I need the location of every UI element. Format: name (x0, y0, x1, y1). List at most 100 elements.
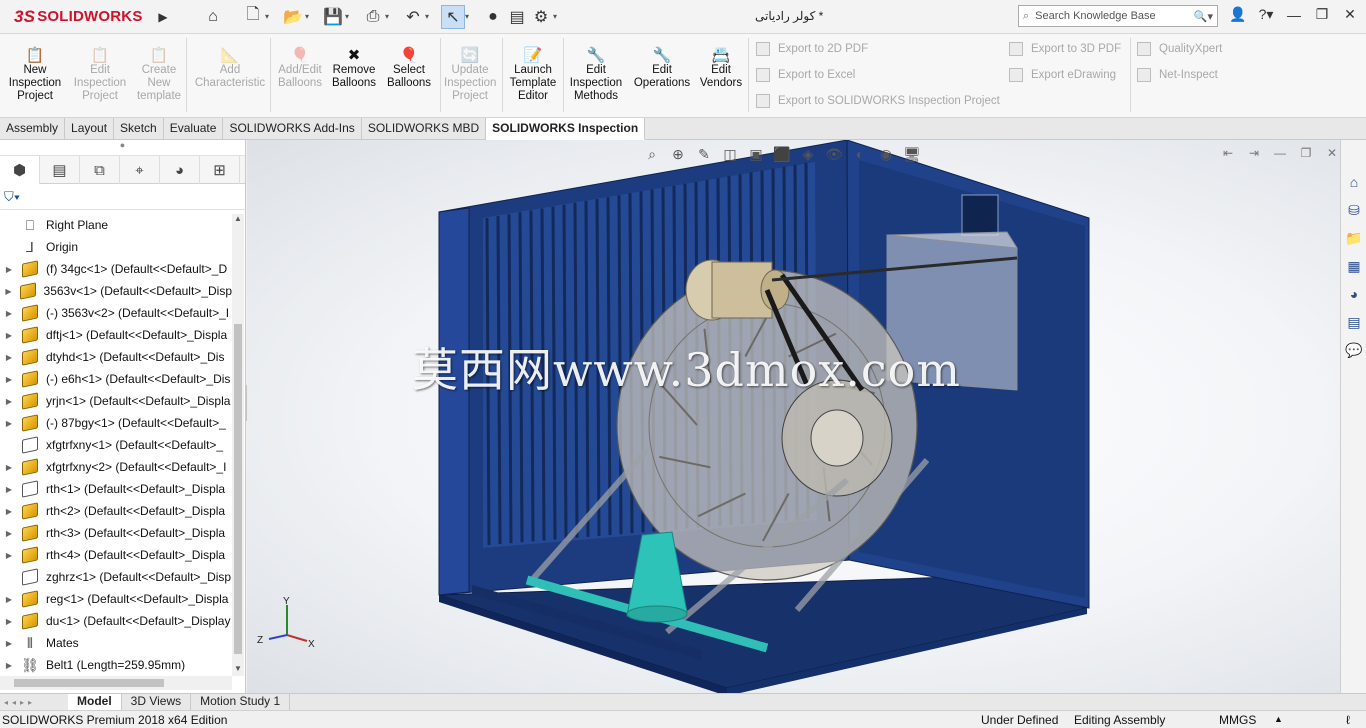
export-inspection-project-button[interactable]: Export to SOLIDWORKS Inspection Project (756, 94, 1000, 108)
hscroll-thumb[interactable] (14, 679, 164, 687)
expand-arrow-icon[interactable]: ▶ (0, 551, 18, 560)
edit-inspection-project-button[interactable]: 📋 Edit Inspection Project (72, 40, 128, 103)
viewport-next-icon[interactable]: ⇥ (1246, 146, 1262, 160)
close-icon[interactable]: ✕ (1340, 6, 1360, 23)
expand-arrow-icon[interactable]: ▶ (0, 309, 18, 318)
expand-arrow-icon[interactable]: ▶ (0, 287, 17, 296)
tab-solidworks-add-ins[interactable]: SOLIDWORKS Add-Ins (223, 118, 362, 140)
scroll-thumb[interactable] (234, 324, 242, 654)
tree-item[interactable]: ▶ (-) e6h<1> (Default<<Default>_Dis (0, 368, 232, 390)
tree-item[interactable]: ▶ dftj<1> (Default<<Default>_Displa (0, 324, 232, 346)
units-dropdown-icon[interactable]: ▲ (1274, 714, 1283, 724)
configurationmanager-tab-icon[interactable]: ⧉ (80, 156, 120, 184)
tree-item[interactable]: ▶ ⫴ Mates (0, 632, 232, 654)
remove-balloons-button[interactable]: ✖ Remove Balloons (330, 40, 378, 90)
viewport-close-icon[interactable]: ✕ (1324, 146, 1340, 160)
tree-item[interactable]: ▶ reg<1> (Default<<Default>_Displa (0, 588, 232, 610)
export-3d-pdf-button[interactable]: Export to 3D PDF (1009, 42, 1121, 56)
viewport-minimize-icon[interactable]: — (1272, 146, 1288, 160)
solidworks-logo[interactable]: 3S SOLIDWORKS (0, 0, 155, 34)
expand-arrow-icon[interactable]: ▶ (0, 507, 18, 516)
file-explorer-icon[interactable]: 📁 (1342, 226, 1366, 250)
zoom-to-area-icon[interactable]: ⊕ (668, 144, 688, 164)
user-icon[interactable]: 👤 (1228, 6, 1248, 23)
view-settings-icon[interactable]: 🖥 (902, 144, 922, 164)
apply-scene-icon[interactable]: ◉ (876, 144, 896, 164)
edit-operations-button[interactable]: 🔧 Edit Operations (632, 40, 692, 90)
inspection-tab-icon[interactable]: ⊞ (200, 156, 240, 184)
tree-horizontal-scrollbar[interactable] (0, 676, 232, 690)
edit-inspection-methods-button[interactable]: 🔧 Edit Inspection Methods (568, 40, 624, 103)
save-dropdown-icon[interactable]: ▾ (345, 12, 355, 21)
solidworks-resources-icon[interactable]: ⌂ (1342, 170, 1366, 194)
expand-arrow-icon[interactable]: ▶ (0, 397, 18, 406)
tree-item[interactable]: ▶ rth<2> (Default<<Default>_Displa (0, 500, 232, 522)
viewport-restore-icon[interactable]: ❐ (1298, 146, 1314, 160)
design-library-icon[interactable]: ⛁ (1342, 198, 1366, 222)
search-input[interactable]: Search Knowledge Base (1035, 10, 1155, 22)
options-gear-icon[interactable]: ⚙ (529, 5, 553, 29)
dynamic-annotation-icon[interactable]: ▣ (746, 144, 766, 164)
scroll-up-icon[interactable]: ▲ (232, 214, 244, 226)
displaymanager-tab-icon[interactable]: ◕ (160, 156, 200, 184)
net-inspect-button[interactable]: Net-Inspect (1137, 68, 1218, 82)
expand-arrow-icon[interactable]: ▶ (0, 375, 18, 384)
tree-item[interactable]: ⎕ Right Plane (0, 214, 232, 236)
export-edrawing-button[interactable]: Export eDrawing (1009, 68, 1116, 82)
print-dropdown-icon[interactable]: ▾ (385, 12, 395, 21)
select-pointer-icon[interactable]: ↖ (441, 4, 465, 29)
tree-item[interactable]: ▶ dtyhd<1> (Default<<Default>_Dis (0, 346, 232, 368)
expand-arrow-icon[interactable]: ▶ (0, 463, 18, 472)
expand-arrow-icon[interactable]: ▶ (0, 661, 18, 670)
tree-item[interactable]: ▶ 3563v<1> (Default<<Default>_Disp (0, 280, 232, 302)
zoom-to-fit-icon[interactable]: ⌕ (642, 144, 662, 164)
propertymanager-tab-icon[interactable]: ▤ (40, 156, 80, 184)
help-icon[interactable]: ?▾ (1256, 6, 1276, 23)
expand-arrow-icon[interactable]: ▶ (0, 353, 18, 362)
scroll-down-icon[interactable]: ▼ (232, 664, 244, 676)
viewport-prev-icon[interactable]: ⇤ (1220, 146, 1236, 160)
menu-expand-icon[interactable]: ▶ (155, 0, 171, 34)
save-icon[interactable]: 💾 (321, 5, 345, 29)
tab-solidworks-mbd[interactable]: SOLIDWORKS MBD (362, 118, 487, 140)
featuremanager-tab-icon[interactable]: ⬢ (0, 156, 40, 184)
add-characteristic-button[interactable]: 📐 Add Characteristic (192, 40, 268, 90)
search-icon[interactable]: 🔍▾ (1194, 10, 1213, 23)
custom-properties-icon[interactable]: ▤ (1342, 310, 1366, 334)
select-balloons-button[interactable]: 🎈 Select Balloons (386, 40, 432, 90)
view-orientation-icon[interactable]: ⬛ (772, 144, 792, 164)
print-icon[interactable]: ⎙ (361, 5, 385, 29)
status-info-icon[interactable]: ℓ (1346, 713, 1350, 727)
graphics-area[interactable]: ⌕ ⊕ ✎ ◫ ▣ ⬛ ◈ 👁 ◐ ◉ 🖥 ⇤ ⇥ — ❐ ✕ 莫西网www.3… (247, 140, 1340, 693)
expand-arrow-icon[interactable]: ▶ (0, 617, 18, 626)
tree-item[interactable]: ▶ (-) 87bgy<1> (Default<<Default>_ (0, 412, 232, 434)
undo-icon[interactable]: ↶ (401, 5, 425, 29)
search-scope-icon[interactable]: ⌕ (1023, 10, 1029, 23)
tree-item[interactable]: ▶ (-) 3563v<2> (Default<<Default>_I (0, 302, 232, 324)
update-inspection-project-button[interactable]: 🔄 Update Inspection Project (444, 40, 496, 103)
new-document-icon[interactable]: 🗋 (241, 5, 265, 29)
file-properties-icon[interactable]: ▤ (505, 5, 529, 29)
tree-item[interactable]: ▶ xfgtrfxny<2> (Default<<Default>_I (0, 456, 232, 478)
tree-filter-icon[interactable]: ⛉▾ (0, 184, 245, 210)
tree-item[interactable]: ▶ yrjn<1> (Default<<Default>_Displa (0, 390, 232, 412)
panel-grip-icon[interactable]: ● (0, 140, 245, 156)
select-dropdown-icon[interactable]: ▾ (465, 12, 475, 21)
expand-arrow-icon[interactable]: ▶ (0, 265, 18, 274)
traffic-light-icon[interactable]: ● (481, 5, 505, 29)
bottom-tab-motion-study-1[interactable]: Motion Study 1 (191, 693, 291, 711)
tab-layout[interactable]: Layout (65, 118, 115, 140)
tree-item[interactable]: ▶ rth<1> (Default<<Default>_Displa (0, 478, 232, 500)
appearances-icon[interactable]: ◕ (1342, 282, 1366, 306)
tree-item[interactable]: ▶ du<1> (Default<<Default>_Display (0, 610, 232, 632)
dimxpert-tab-icon[interactable]: ⌖ (120, 156, 160, 184)
tree-item[interactable]: ▶ rth<3> (Default<<Default>_Displa (0, 522, 232, 544)
hide-show-icon[interactable]: 👁 (824, 144, 844, 164)
create-new-template-button[interactable]: 📋 Create New template (134, 40, 184, 103)
home-icon[interactable]: ⌂ (201, 5, 225, 29)
bottom-tab-model[interactable]: Model (68, 693, 122, 711)
view-palette-icon[interactable]: ▦ (1342, 254, 1366, 278)
tree-item[interactable]: ▶ (f) 34gc<1> (Default<<Default>_D (0, 258, 232, 280)
export-excel-button[interactable]: Export to Excel (756, 68, 855, 82)
new-dropdown-icon[interactable]: ▾ (265, 12, 275, 21)
